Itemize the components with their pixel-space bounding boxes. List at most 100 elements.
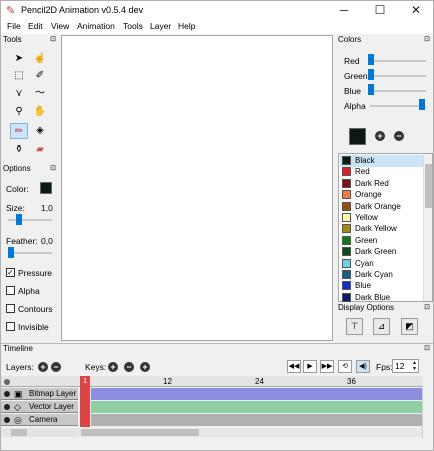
camera-layer-icon: ◎ bbox=[14, 415, 22, 425]
minimize-button[interactable]: ─ bbox=[327, 2, 361, 19]
palette-item-label: Green bbox=[355, 235, 378, 245]
green-slider[interactable] bbox=[370, 75, 426, 77]
green-slider-thumb[interactable] bbox=[368, 69, 374, 80]
pin-icon[interactable]: ⊡ bbox=[424, 35, 430, 45]
visibility-icon[interactable] bbox=[4, 417, 10, 423]
palette-item[interactable]: Cyan bbox=[340, 258, 425, 270]
loop-icon[interactable]: ⟲ bbox=[338, 360, 352, 373]
add-key-icon[interactable]: + bbox=[108, 362, 118, 372]
pencil-tool-icon[interactable]: ✏ bbox=[10, 123, 28, 139]
outline-icon[interactable]: ⊿ bbox=[373, 318, 390, 335]
blue-slider[interactable] bbox=[370, 90, 426, 92]
maximize-button[interactable]: ☐ bbox=[363, 2, 397, 19]
menu-view[interactable]: View bbox=[51, 21, 69, 31]
feather-slider[interactable] bbox=[8, 252, 52, 254]
hand-tool-icon[interactable]: ☝ bbox=[31, 51, 49, 67]
palette-item[interactable]: Black bbox=[340, 155, 425, 167]
pin-icon[interactable]: ⊡ bbox=[424, 344, 430, 354]
pin-icon[interactable]: ⊡ bbox=[424, 303, 430, 313]
size-label: Size: bbox=[6, 203, 25, 213]
alpha-checkbox[interactable] bbox=[6, 286, 15, 295]
drawing-canvas[interactable] bbox=[61, 35, 333, 341]
feather-slider-thumb[interactable] bbox=[8, 247, 14, 258]
mirror-icon[interactable]: ◩ bbox=[401, 318, 418, 335]
menu-layer[interactable]: Layer bbox=[150, 21, 171, 31]
visibility-icon[interactable] bbox=[4, 404, 10, 410]
visibility-all-icon[interactable] bbox=[4, 379, 10, 385]
close-button[interactable]: ✕ bbox=[399, 2, 433, 19]
select-tool-icon[interactable]: ⬚ bbox=[10, 68, 28, 84]
frame-ruler[interactable] bbox=[79, 376, 423, 387]
remove-color-icon[interactable]: − bbox=[394, 131, 404, 141]
smudge-tool-icon[interactable]: ✋ bbox=[31, 104, 49, 120]
invisible-checkbox[interactable] bbox=[6, 322, 15, 331]
red-slider[interactable] bbox=[370, 60, 426, 62]
layer-track-camera[interactable] bbox=[91, 414, 422, 426]
rewind-icon[interactable]: ◀◀ bbox=[287, 360, 301, 373]
menu-file[interactable]: File bbox=[7, 21, 21, 31]
eyedropper-tool-icon[interactable]: ⚱ bbox=[10, 142, 28, 158]
pressure-checkbox[interactable]: ✓ bbox=[6, 268, 15, 277]
layer-row-vector[interactable]: ◇ Vector Layer bbox=[1, 401, 78, 413]
colors-title: Colors bbox=[338, 35, 362, 44]
palette-item[interactable]: Green bbox=[340, 235, 425, 247]
remove-layer-icon[interactable]: − bbox=[51, 362, 61, 372]
blue-slider-thumb[interactable] bbox=[368, 84, 374, 95]
pin-icon[interactable]: ⊡ bbox=[50, 35, 56, 45]
visibility-icon[interactable] bbox=[4, 391, 10, 397]
palette-swatch bbox=[342, 190, 351, 200]
layer-track-vector[interactable] bbox=[91, 401, 422, 413]
pin-icon[interactable]: ⊡ bbox=[50, 164, 56, 174]
palette-item[interactable]: Dark Orange bbox=[340, 201, 425, 213]
red-slider-thumb[interactable] bbox=[368, 54, 374, 65]
size-slider[interactable] bbox=[8, 219, 52, 221]
layer-track-bitmap[interactable] bbox=[91, 388, 422, 400]
eraser-tool-icon[interactable]: ▰ bbox=[31, 142, 49, 158]
timeline-vertical-scrollbar[interactable] bbox=[422, 388, 432, 438]
palette-item-label: Dark Cyan bbox=[355, 270, 393, 279]
add-layer-icon[interactable]: + bbox=[38, 362, 48, 372]
play-icon[interactable]: ▶ bbox=[303, 360, 317, 373]
palette-item[interactable]: Dark Blue bbox=[340, 292, 425, 304]
palette-item[interactable]: Dark Green bbox=[340, 246, 425, 258]
layer-row-camera[interactable]: ◎ Camera Layer bbox=[1, 414, 78, 436]
menu-animation[interactable]: Animation bbox=[77, 21, 115, 31]
color-preview-swatch[interactable] bbox=[349, 128, 366, 145]
duplicate-key-icon[interactable]: + bbox=[140, 362, 150, 372]
menu-tools[interactable]: Tools bbox=[123, 21, 143, 31]
alpha-slider-thumb[interactable] bbox=[419, 99, 425, 110]
layer-row-bitmap[interactable]: ▣ Bitmap Layer bbox=[1, 388, 78, 400]
sound-icon[interactable]: ◀) bbox=[356, 360, 370, 373]
current-color-swatch[interactable] bbox=[40, 182, 52, 194]
move-tool-icon[interactable]: ➤ bbox=[10, 51, 28, 67]
alpha-slider[interactable] bbox=[370, 105, 426, 107]
layer-horizontal-scrollbar[interactable] bbox=[1, 428, 79, 437]
display-options-title: Display Options bbox=[338, 303, 395, 312]
palette-item[interactable]: Blue bbox=[340, 280, 425, 292]
forward-icon[interactable]: ▶▶ bbox=[320, 360, 334, 373]
menu-help[interactable]: Help bbox=[178, 21, 195, 31]
palette-item[interactable]: Dark Red bbox=[340, 178, 425, 190]
brush-tool-icon[interactable]: ✐ bbox=[31, 68, 49, 84]
feather-label: Feather: bbox=[6, 236, 38, 246]
palette-item[interactable]: Dark Yellow bbox=[340, 223, 425, 235]
bitmap-layer-icon: ▣ bbox=[14, 389, 23, 399]
contours-checkbox[interactable] bbox=[6, 304, 15, 313]
bucket-tool-icon[interactable]: ◈ bbox=[31, 123, 49, 139]
polyline-tool-icon[interactable]: 〜 bbox=[31, 86, 49, 102]
menu-edit[interactable]: Edit bbox=[28, 21, 43, 31]
palette-item[interactable]: Dark Cyan bbox=[340, 269, 425, 281]
pen-tool-icon[interactable]: ⚲ bbox=[10, 104, 28, 120]
palette-scrollbar[interactable] bbox=[423, 154, 432, 301]
remove-key-icon[interactable]: − bbox=[124, 362, 134, 372]
lasso-tool-icon[interactable]: ⋎ bbox=[10, 86, 28, 102]
fps-input[interactable]: 12 ▲ ▼ bbox=[392, 359, 419, 373]
contours-label: Contours bbox=[18, 304, 53, 314]
add-color-icon[interactable]: + bbox=[375, 131, 385, 141]
palette-item[interactable]: Red bbox=[340, 166, 425, 178]
size-slider-thumb[interactable] bbox=[16, 214, 22, 225]
palette-item[interactable]: Orange bbox=[340, 189, 425, 201]
palette-item[interactable]: Yellow bbox=[340, 212, 425, 224]
timeline-horizontal-scrollbar[interactable] bbox=[79, 428, 422, 437]
onion-skin-icon[interactable]: ⊤ bbox=[346, 318, 363, 335]
